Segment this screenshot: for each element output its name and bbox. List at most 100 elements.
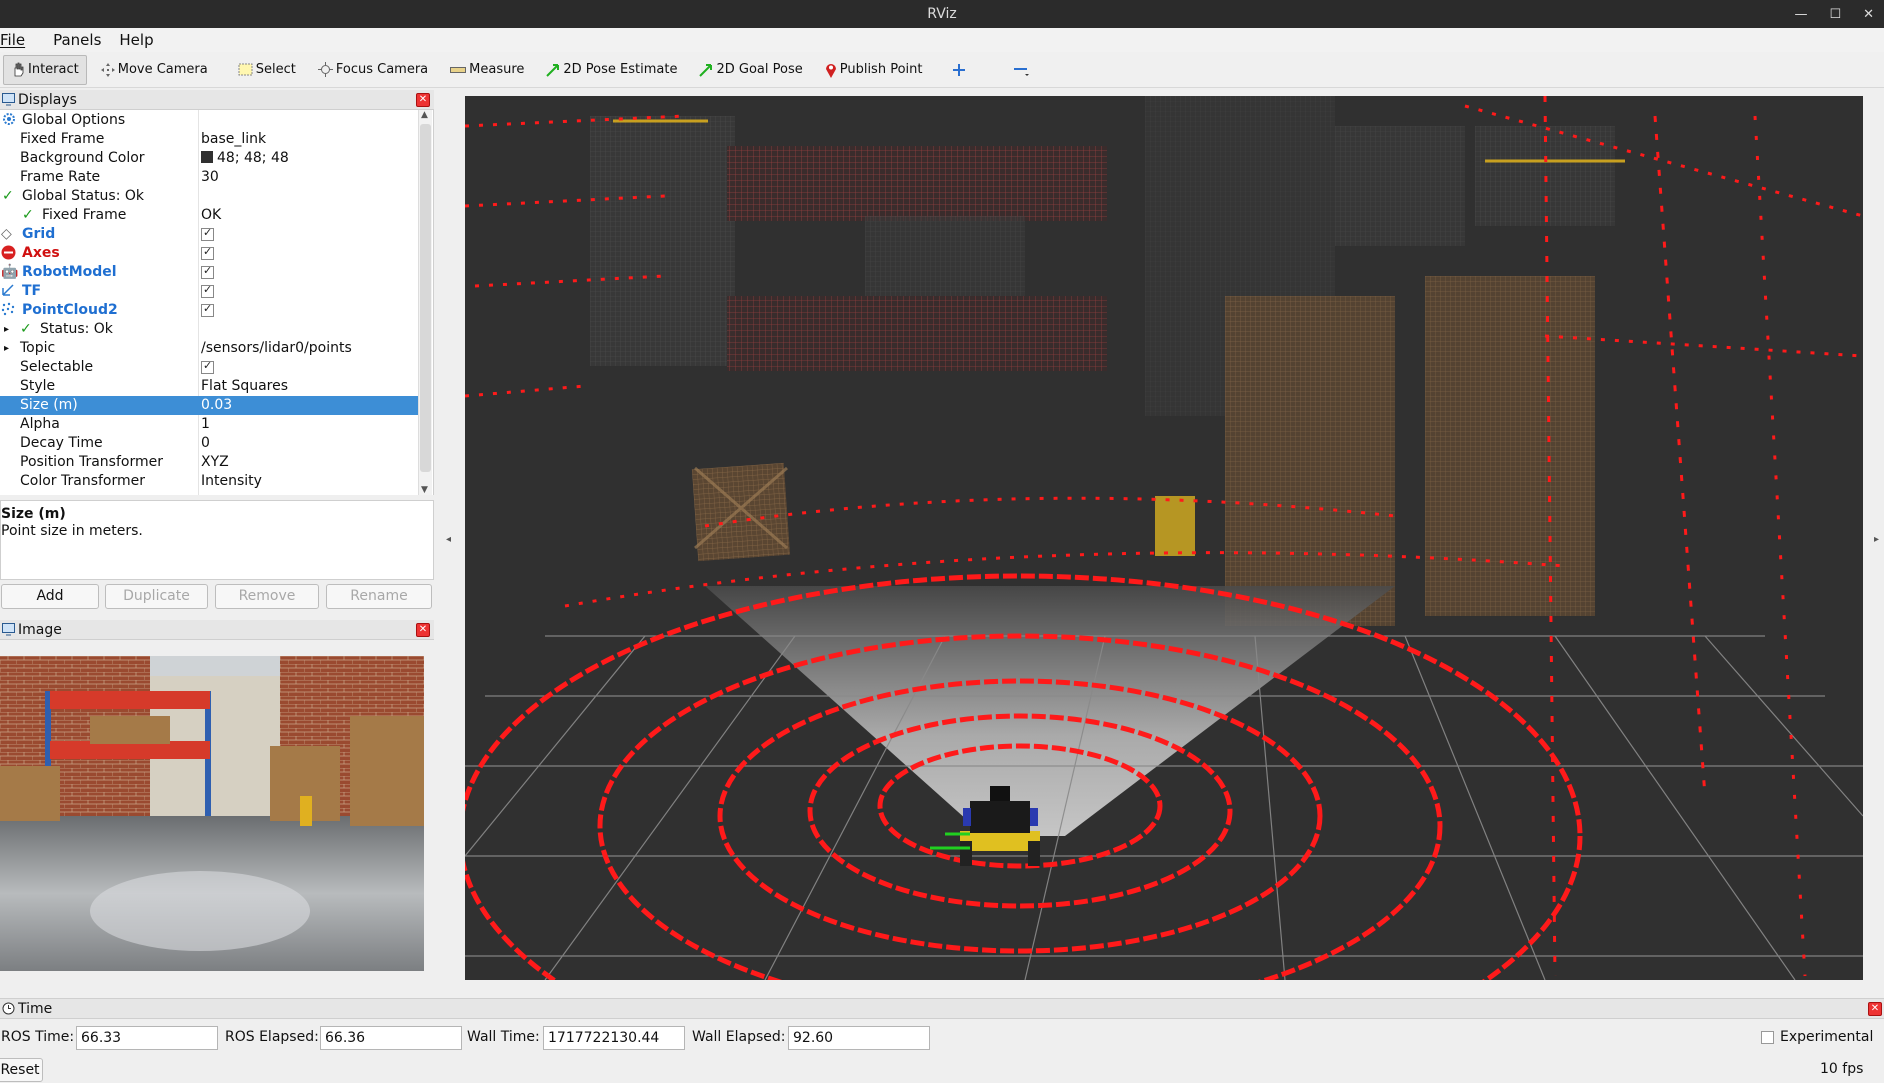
- tree-row-frame-rate[interactable]: Frame Rate 30: [0, 168, 418, 187]
- tree-label: Frame Rate: [20, 169, 101, 185]
- tree-row-tf[interactable]: TF: [0, 282, 418, 301]
- close-icon[interactable]: ✕: [1868, 1002, 1882, 1016]
- pointcloud-icon: [1, 302, 15, 320]
- tree-value[interactable]: 30: [201, 169, 219, 185]
- enabled-checkbox[interactable]: [201, 283, 214, 300]
- 3d-viewport[interactable]: [465, 96, 1863, 980]
- close-icon[interactable]: ✕: [416, 623, 430, 637]
- remove-button[interactable]: Remove: [215, 584, 319, 609]
- tree-row-grid[interactable]: ◇ Grid: [0, 225, 418, 244]
- tree-row-fixed-frame-status[interactable]: ✓ Fixed Frame OK: [0, 206, 418, 225]
- maximize-icon[interactable]: ☐: [1829, 7, 1841, 22]
- tree-label: Grid: [22, 226, 56, 242]
- experimental-checkbox[interactable]: Experimental: [1761, 1029, 1873, 1045]
- selectable-checkbox[interactable]: [201, 359, 214, 376]
- tree-label: TF: [22, 283, 42, 299]
- tree-value[interactable]: XYZ: [201, 454, 229, 470]
- green-arrow-icon: [699, 63, 713, 77]
- tree-label: Axes: [22, 245, 60, 261]
- enabled-checkbox[interactable]: [201, 264, 214, 281]
- tree-row-style[interactable]: Style Flat Squares: [0, 377, 418, 396]
- menu-help[interactable]: Help: [119, 31, 159, 49]
- tree-value[interactable]: 0: [201, 435, 210, 451]
- move-camera-tool-button[interactable]: Move Camera: [93, 55, 216, 85]
- checkmark-icon: ✓: [2, 188, 14, 204]
- tree-row-selectable[interactable]: Selectable: [0, 358, 418, 377]
- scroll-up-icon[interactable]: ▲: [421, 110, 428, 120]
- description-text: Point size in meters.: [1, 523, 143, 539]
- remove-tool-button[interactable]: [1005, 55, 1040, 85]
- tree-row-global-status[interactable]: ✓ Global Status: Ok: [0, 187, 418, 206]
- collapse-right-icon[interactable]: ▸: [1874, 534, 1879, 545]
- minimize-icon[interactable]: —: [1794, 7, 1807, 22]
- tree-value[interactable]: Flat Squares: [201, 378, 288, 394]
- wall-time-field[interactable]: 1717722130.44: [543, 1026, 685, 1050]
- publish-point-label: Publish Point: [839, 62, 923, 77]
- clock-icon: [2, 1002, 15, 1015]
- wall-elapsed-field[interactable]: 92.60: [788, 1026, 930, 1050]
- tree-value[interactable]: 0.03: [201, 397, 232, 413]
- menu-file[interactable]: File: [0, 31, 31, 49]
- tree-value[interactable]: Intensity: [201, 473, 262, 489]
- add-button[interactable]: Add: [1, 584, 99, 609]
- displays-scrollbar[interactable]: ▲ ▼: [418, 110, 432, 495]
- tree-label: Position Transformer: [20, 454, 163, 470]
- expand-arrow-icon[interactable]: ▸: [4, 343, 9, 354]
- image-title: Image: [18, 621, 62, 638]
- collapse-left-icon[interactable]: ◂: [446, 534, 451, 545]
- tree-row-fixed-frame[interactable]: Fixed Frame base_link: [0, 130, 418, 149]
- tree-row-robotmodel[interactable]: 🤖 RobotModel: [0, 263, 418, 282]
- tree-label: Fixed Frame: [20, 131, 105, 147]
- scrollbar-thumb[interactable]: [420, 124, 431, 472]
- color-swatch[interactable]: 48; 48; 48: [201, 150, 289, 166]
- tree-label: Alpha: [20, 416, 60, 432]
- ros-elapsed-field[interactable]: 66.36: [320, 1026, 462, 1050]
- tree-row-alpha[interactable]: Alpha 1: [0, 415, 418, 434]
- tree-row-pointcloud2[interactable]: PointCloud2: [0, 301, 418, 320]
- rename-button[interactable]: Rename: [326, 584, 432, 609]
- publish-point-tool-button[interactable]: Publish Point: [817, 55, 931, 85]
- select-label: Select: [255, 62, 296, 77]
- tree-row-global-options[interactable]: Global Options: [0, 111, 418, 130]
- expand-arrow-icon[interactable]: ▸: [4, 324, 9, 335]
- select-tool-button[interactable]: Select: [230, 55, 304, 85]
- enabled-checkbox[interactable]: [201, 245, 214, 262]
- goal-pose-tool-button[interactable]: 2D Goal Pose: [691, 55, 810, 85]
- tree-label: Selectable: [20, 359, 94, 375]
- window-titlebar: RViz — ☐ ✕: [0, 0, 1884, 28]
- add-tool-button[interactable]: [944, 55, 977, 85]
- tree-row-topic[interactable]: ▸ Topic /sensors/lidar0/points: [0, 339, 418, 358]
- ros-time-label: ROS Time:: [1, 1029, 75, 1045]
- tree-label: PointCloud2: [22, 302, 118, 318]
- enabled-checkbox[interactable]: [201, 302, 214, 319]
- tree-label: Decay Time: [20, 435, 103, 451]
- description-title: Size (m): [1, 506, 66, 522]
- close-icon[interactable]: ✕: [416, 93, 430, 107]
- tree-row-pointcloud-status[interactable]: ▸ ✓ Status: Ok: [0, 320, 418, 339]
- enabled-checkbox[interactable]: [201, 226, 214, 243]
- reset-button[interactable]: Reset: [0, 1058, 43, 1082]
- tree-row-background-color[interactable]: Background Color 48; 48; 48: [0, 149, 418, 168]
- pose-estimate-tool-button[interactable]: 2D Pose Estimate: [538, 55, 685, 85]
- tree-row-decay-time[interactable]: Decay Time 0: [0, 434, 418, 453]
- scroll-down-icon[interactable]: ▼: [421, 485, 428, 495]
- tree-value[interactable]: 1: [201, 416, 210, 432]
- duplicate-button[interactable]: Duplicate: [105, 584, 208, 609]
- tree-value[interactable]: base_link: [201, 131, 266, 147]
- wall-time-label: Wall Time:: [467, 1029, 540, 1045]
- ros-time-field[interactable]: 66.33: [76, 1026, 218, 1050]
- focus-camera-tool-button[interactable]: Focus Camera: [310, 55, 436, 85]
- tree-row-axes[interactable]: Axes: [0, 244, 418, 263]
- tree-row-size[interactable]: Size (m) 0.03: [0, 396, 418, 415]
- tree-label: Color Transformer: [20, 473, 146, 489]
- close-icon[interactable]: ✕: [1863, 7, 1874, 22]
- fps-readout: 10 fps: [1820, 1061, 1864, 1077]
- green-arrow-icon: [546, 63, 560, 77]
- interact-tool-button[interactable]: Interact: [3, 54, 87, 85]
- menu-panels[interactable]: Panels: [53, 31, 107, 49]
- tree-row-position-transformer[interactable]: Position Transformer XYZ: [0, 453, 418, 472]
- tree-row-color-transformer[interactable]: Color Transformer Intensity: [0, 472, 418, 491]
- measure-tool-button[interactable]: Measure: [442, 55, 532, 85]
- tree-value[interactable]: /sensors/lidar0/points: [201, 340, 352, 356]
- time-panel-header: Time ✕: [0, 999, 1884, 1019]
